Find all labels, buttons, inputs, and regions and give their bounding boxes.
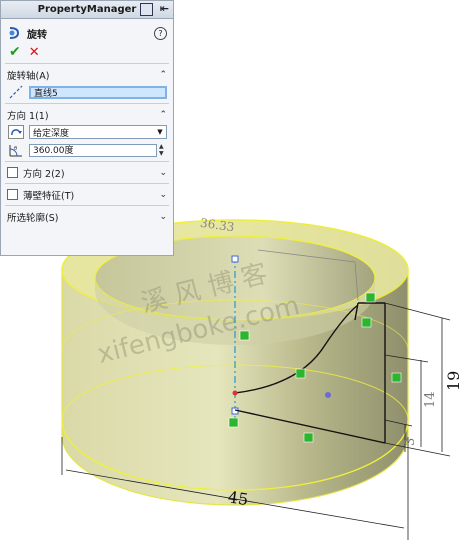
thin-feature-label: 薄壁特征(T): [23, 190, 75, 202]
pin-icon[interactable]: [140, 3, 153, 16]
dim-14[interactable]: 14: [423, 391, 438, 408]
direction1-label: 方向 1(1): [7, 110, 49, 122]
angle-input[interactable]: 360.00度: [29, 143, 157, 157]
angle-spinner[interactable]: ▲ ▼: [159, 143, 167, 157]
chevron-down-icon[interactable]: ⌄: [159, 212, 167, 222]
origin-marker[interactable]: [325, 392, 331, 398]
ok-button[interactable]: ✔: [9, 44, 21, 60]
divider: [5, 161, 169, 162]
direction2-label: 方向 2(2): [23, 168, 65, 180]
collapse-arrow-icon[interactable]: ⇤: [160, 2, 169, 15]
chevron-up-icon[interactable]: ⌃: [159, 110, 167, 120]
axis-group-label: 旋转轴(A): [7, 70, 50, 82]
axis-selection-row: 直线5: [1, 83, 173, 101]
end-condition-dropdown[interactable]: 给定深度 ▼: [29, 125, 167, 139]
divider: [5, 183, 169, 184]
help-icon[interactable]: ?: [154, 26, 167, 40]
chevron-up-icon[interactable]: ⌃: [159, 70, 167, 80]
dim-height-19[interactable]: 19: [444, 371, 463, 391]
end-condition-value: 给定深度: [33, 128, 70, 139]
cancel-button[interactable]: ✕: [29, 45, 40, 60]
axis-group-header[interactable]: 旋转轴(A) ⌃: [1, 66, 173, 83]
selected-contours-label: 所选轮廓(S): [7, 212, 59, 224]
panel-title: PropertyManager: [37, 4, 137, 15]
selected-contours-group-header[interactable]: 所选轮廓(S) ⌄: [1, 208, 173, 225]
dim-3[interactable]: 3: [403, 438, 418, 446]
sketch-point[interactable]: [232, 390, 238, 396]
feature-name: 旋转: [27, 29, 47, 41]
reverse-direction-icon[interactable]: [7, 124, 25, 140]
axis-endpoint-top[interactable]: [231, 255, 239, 263]
dim-diameter-45[interactable]: 45: [227, 487, 250, 509]
axis-line-icon: [7, 84, 25, 100]
dropdown-arrow-icon[interactable]: ▼: [154, 128, 166, 136]
angle-row: θ 360.00度 ▲ ▼: [1, 141, 173, 159]
chevron-down-icon[interactable]: ⌄: [159, 190, 167, 200]
action-buttons: ✔ ✕: [1, 43, 173, 61]
thin-feature-checkbox[interactable]: [7, 189, 18, 200]
chevron-down-icon[interactable]: ⌄: [159, 168, 167, 178]
divider: [5, 63, 169, 64]
svg-text:θ: θ: [14, 146, 17, 152]
feature-header: 旋转 ?: [1, 23, 173, 43]
panel-header: PropertyManager ⇤: [1, 1, 173, 19]
angle-icon: θ: [7, 142, 25, 158]
property-manager-panel: PropertyManager ⇤ 旋转 ? ✔ ✕ 旋转轴(A) ⌃ 直线5 …: [0, 0, 174, 256]
thin-feature-group-header[interactable]: 薄壁特征(T) ⌄: [1, 186, 173, 203]
direction2-checkbox[interactable]: [7, 167, 18, 178]
revolve-feature-icon: [9, 27, 20, 39]
direction2-group-header[interactable]: 方向 2(2) ⌄: [1, 164, 173, 181]
divider: [5, 205, 169, 206]
direction1-group-header[interactable]: 方向 1(1) ⌃: [1, 106, 173, 123]
axis-selection-box[interactable]: 直线5: [29, 85, 167, 99]
divider: [5, 103, 169, 104]
end-condition-row: 给定深度 ▼: [1, 123, 173, 141]
